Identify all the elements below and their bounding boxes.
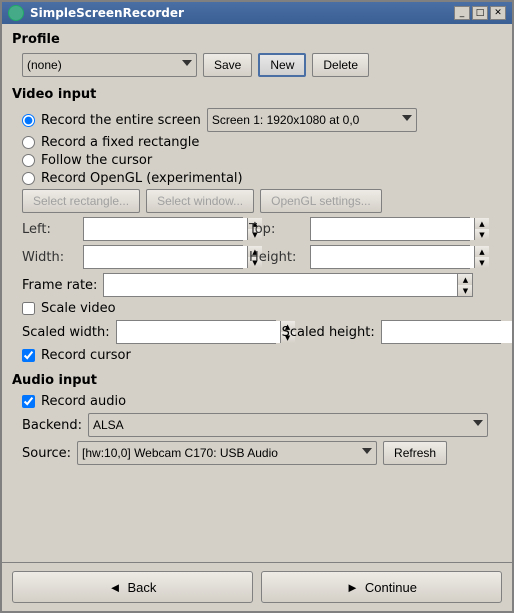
title-bar-controls: _ □ ✕ xyxy=(454,6,506,20)
height-label: Height: xyxy=(249,250,304,265)
delete-button[interactable]: Delete xyxy=(312,53,369,77)
frame-rate-spinbox-arrows: ▲ ▼ xyxy=(457,274,472,296)
profile-section: (none) Save New Delete xyxy=(22,53,502,77)
scaled-width-input[interactable]: 1920 xyxy=(117,321,280,343)
left-input[interactable]: 0 xyxy=(84,218,247,240)
left-label: Left: xyxy=(22,222,77,237)
scale-video-row: Scale video xyxy=(22,301,502,316)
frame-rate-label: Frame rate: xyxy=(22,278,97,293)
select-window-button[interactable]: Select window... xyxy=(146,189,254,213)
scaled-height-spinbox[interactable]: 1080 ▲ ▼ xyxy=(381,320,501,344)
source-dropdown[interactable]: [hw:10,0] Webcam C170: USB Audio xyxy=(77,441,377,465)
record-cursor-row: Record cursor xyxy=(22,348,502,363)
opengl-settings-button[interactable]: OpenGL settings... xyxy=(260,189,382,213)
app-icon xyxy=(8,5,24,21)
minimize-button[interactable]: _ xyxy=(454,6,470,20)
radio-opengl: Record OpenGL (experimental) xyxy=(22,171,502,186)
bottom-bar: ◄ Back ► Continue xyxy=(2,562,512,611)
height-input[interactable]: 1080 xyxy=(311,246,474,268)
frame-rate-row: Frame rate: 30 ▲ ▼ xyxy=(22,273,502,297)
record-audio-label: Record audio xyxy=(41,394,126,409)
scaled-height-input[interactable]: 1080 xyxy=(382,321,512,343)
radio-opengl-input[interactable] xyxy=(22,172,35,185)
back-button[interactable]: ◄ Back xyxy=(12,571,253,603)
left-spinbox[interactable]: 0 ▲ ▼ xyxy=(83,217,243,241)
height-spinbox-arrows: ▲ ▼ xyxy=(474,246,489,268)
save-button[interactable]: Save xyxy=(203,53,252,77)
source-label: Source: xyxy=(22,446,71,461)
radio-fixed-rect: Record a fixed rectangle xyxy=(22,135,502,150)
source-row: Source: [hw:10,0] Webcam C170: USB Audio… xyxy=(22,441,502,465)
backend-row: Backend: ALSA xyxy=(22,413,502,437)
video-section: Record the entire screen Screen 1: 1920x… xyxy=(22,108,502,363)
backend-dropdown[interactable]: ALSA xyxy=(88,413,488,437)
continue-button[interactable]: ► Continue xyxy=(261,571,502,603)
new-button[interactable]: New xyxy=(258,53,306,77)
record-cursor-label: Record cursor xyxy=(41,348,131,363)
top-input[interactable]: 0 xyxy=(311,218,474,240)
radio-entire-screen-label: Record the entire screen xyxy=(41,113,201,128)
radio-follow-cursor-input[interactable] xyxy=(22,154,35,167)
width-label: Width: xyxy=(22,250,77,265)
record-audio-checkbox[interactable] xyxy=(22,395,35,408)
height-up-arrow[interactable]: ▲ xyxy=(475,246,489,257)
scaled-width-label: Scaled width: xyxy=(22,325,110,340)
height-spinbox[interactable]: 1080 ▲ ▼ xyxy=(310,245,470,269)
record-audio-row: Record audio xyxy=(22,394,502,409)
scale-video-checkbox[interactable] xyxy=(22,302,35,315)
profile-dropdown[interactable]: (none) xyxy=(22,53,197,77)
backend-label: Backend: xyxy=(22,418,82,433)
title-bar: SimpleScreenRecorder _ □ ✕ xyxy=(2,2,512,24)
left-top-row: Left: 0 ▲ ▼ Top: 0 ▲ ▼ xyxy=(22,217,502,241)
scale-video-label: Scale video xyxy=(41,301,116,316)
top-spinbox-arrows: ▲ ▼ xyxy=(474,218,489,240)
profile-section-title: Profile xyxy=(12,32,502,47)
audio-section: Record audio Backend: ALSA Source: [hw:1… xyxy=(22,394,502,465)
frame-rate-up-arrow[interactable]: ▲ xyxy=(458,274,472,285)
frame-rate-down-arrow[interactable]: ▼ xyxy=(458,285,472,296)
radio-opengl-label: Record OpenGL (experimental) xyxy=(41,171,243,186)
close-button[interactable]: ✕ xyxy=(490,6,506,20)
continue-arrow-icon: ► xyxy=(346,580,359,595)
frame-rate-input[interactable]: 30 xyxy=(104,274,457,296)
top-spinbox[interactable]: 0 ▲ ▼ xyxy=(310,217,470,241)
record-cursor-checkbox[interactable] xyxy=(22,349,35,362)
scaled-height-label: Scaled height: xyxy=(282,325,375,340)
back-arrow-icon: ◄ xyxy=(109,580,122,595)
maximize-button[interactable]: □ xyxy=(472,6,488,20)
select-rectangle-button[interactable]: Select rectangle... xyxy=(22,189,140,213)
audio-section-title: Audio input xyxy=(12,373,502,388)
radio-entire-screen-input[interactable] xyxy=(22,114,35,127)
screen-dropdown[interactable]: Screen 1: 1920x1080 at 0,0 xyxy=(207,108,417,132)
window-title: SimpleScreenRecorder xyxy=(30,6,184,20)
video-action-buttons: Select rectangle... Select window... Ope… xyxy=(22,189,502,213)
profile-row: (none) Save New Delete xyxy=(22,53,502,77)
radio-entire-screen: Record the entire screen Screen 1: 1920x… xyxy=(22,108,502,132)
width-height-row: Width: 1920 ▲ ▼ Height: 1080 ▲ ▼ xyxy=(22,245,502,269)
back-label: Back xyxy=(127,580,156,595)
main-window: SimpleScreenRecorder _ □ ✕ Profile (none… xyxy=(0,0,514,613)
scaled-row: Scaled width: 1920 ▲ ▼ Scaled height: 10… xyxy=(22,320,502,344)
frame-rate-spinbox[interactable]: 30 ▲ ▼ xyxy=(103,273,473,297)
radio-follow-cursor-label: Follow the cursor xyxy=(41,153,152,168)
top-up-arrow[interactable]: ▲ xyxy=(475,218,489,229)
scaled-width-spinbox[interactable]: 1920 ▲ ▼ xyxy=(116,320,276,344)
top-down-arrow[interactable]: ▼ xyxy=(475,229,489,240)
radio-follow-cursor: Follow the cursor xyxy=(22,153,502,168)
width-spinbox[interactable]: 1920 ▲ ▼ xyxy=(83,245,243,269)
video-section-title: Video input xyxy=(12,87,502,102)
height-down-arrow[interactable]: ▼ xyxy=(475,257,489,268)
top-label: Top: xyxy=(249,222,304,237)
radio-fixed-rect-input[interactable] xyxy=(22,136,35,149)
radio-fixed-rect-label: Record a fixed rectangle xyxy=(41,135,199,150)
continue-label: Continue xyxy=(365,580,417,595)
refresh-button[interactable]: Refresh xyxy=(383,441,447,465)
width-input[interactable]: 1920 xyxy=(84,246,247,268)
main-content: Profile (none) Save New Delete Video inp… xyxy=(2,24,512,562)
